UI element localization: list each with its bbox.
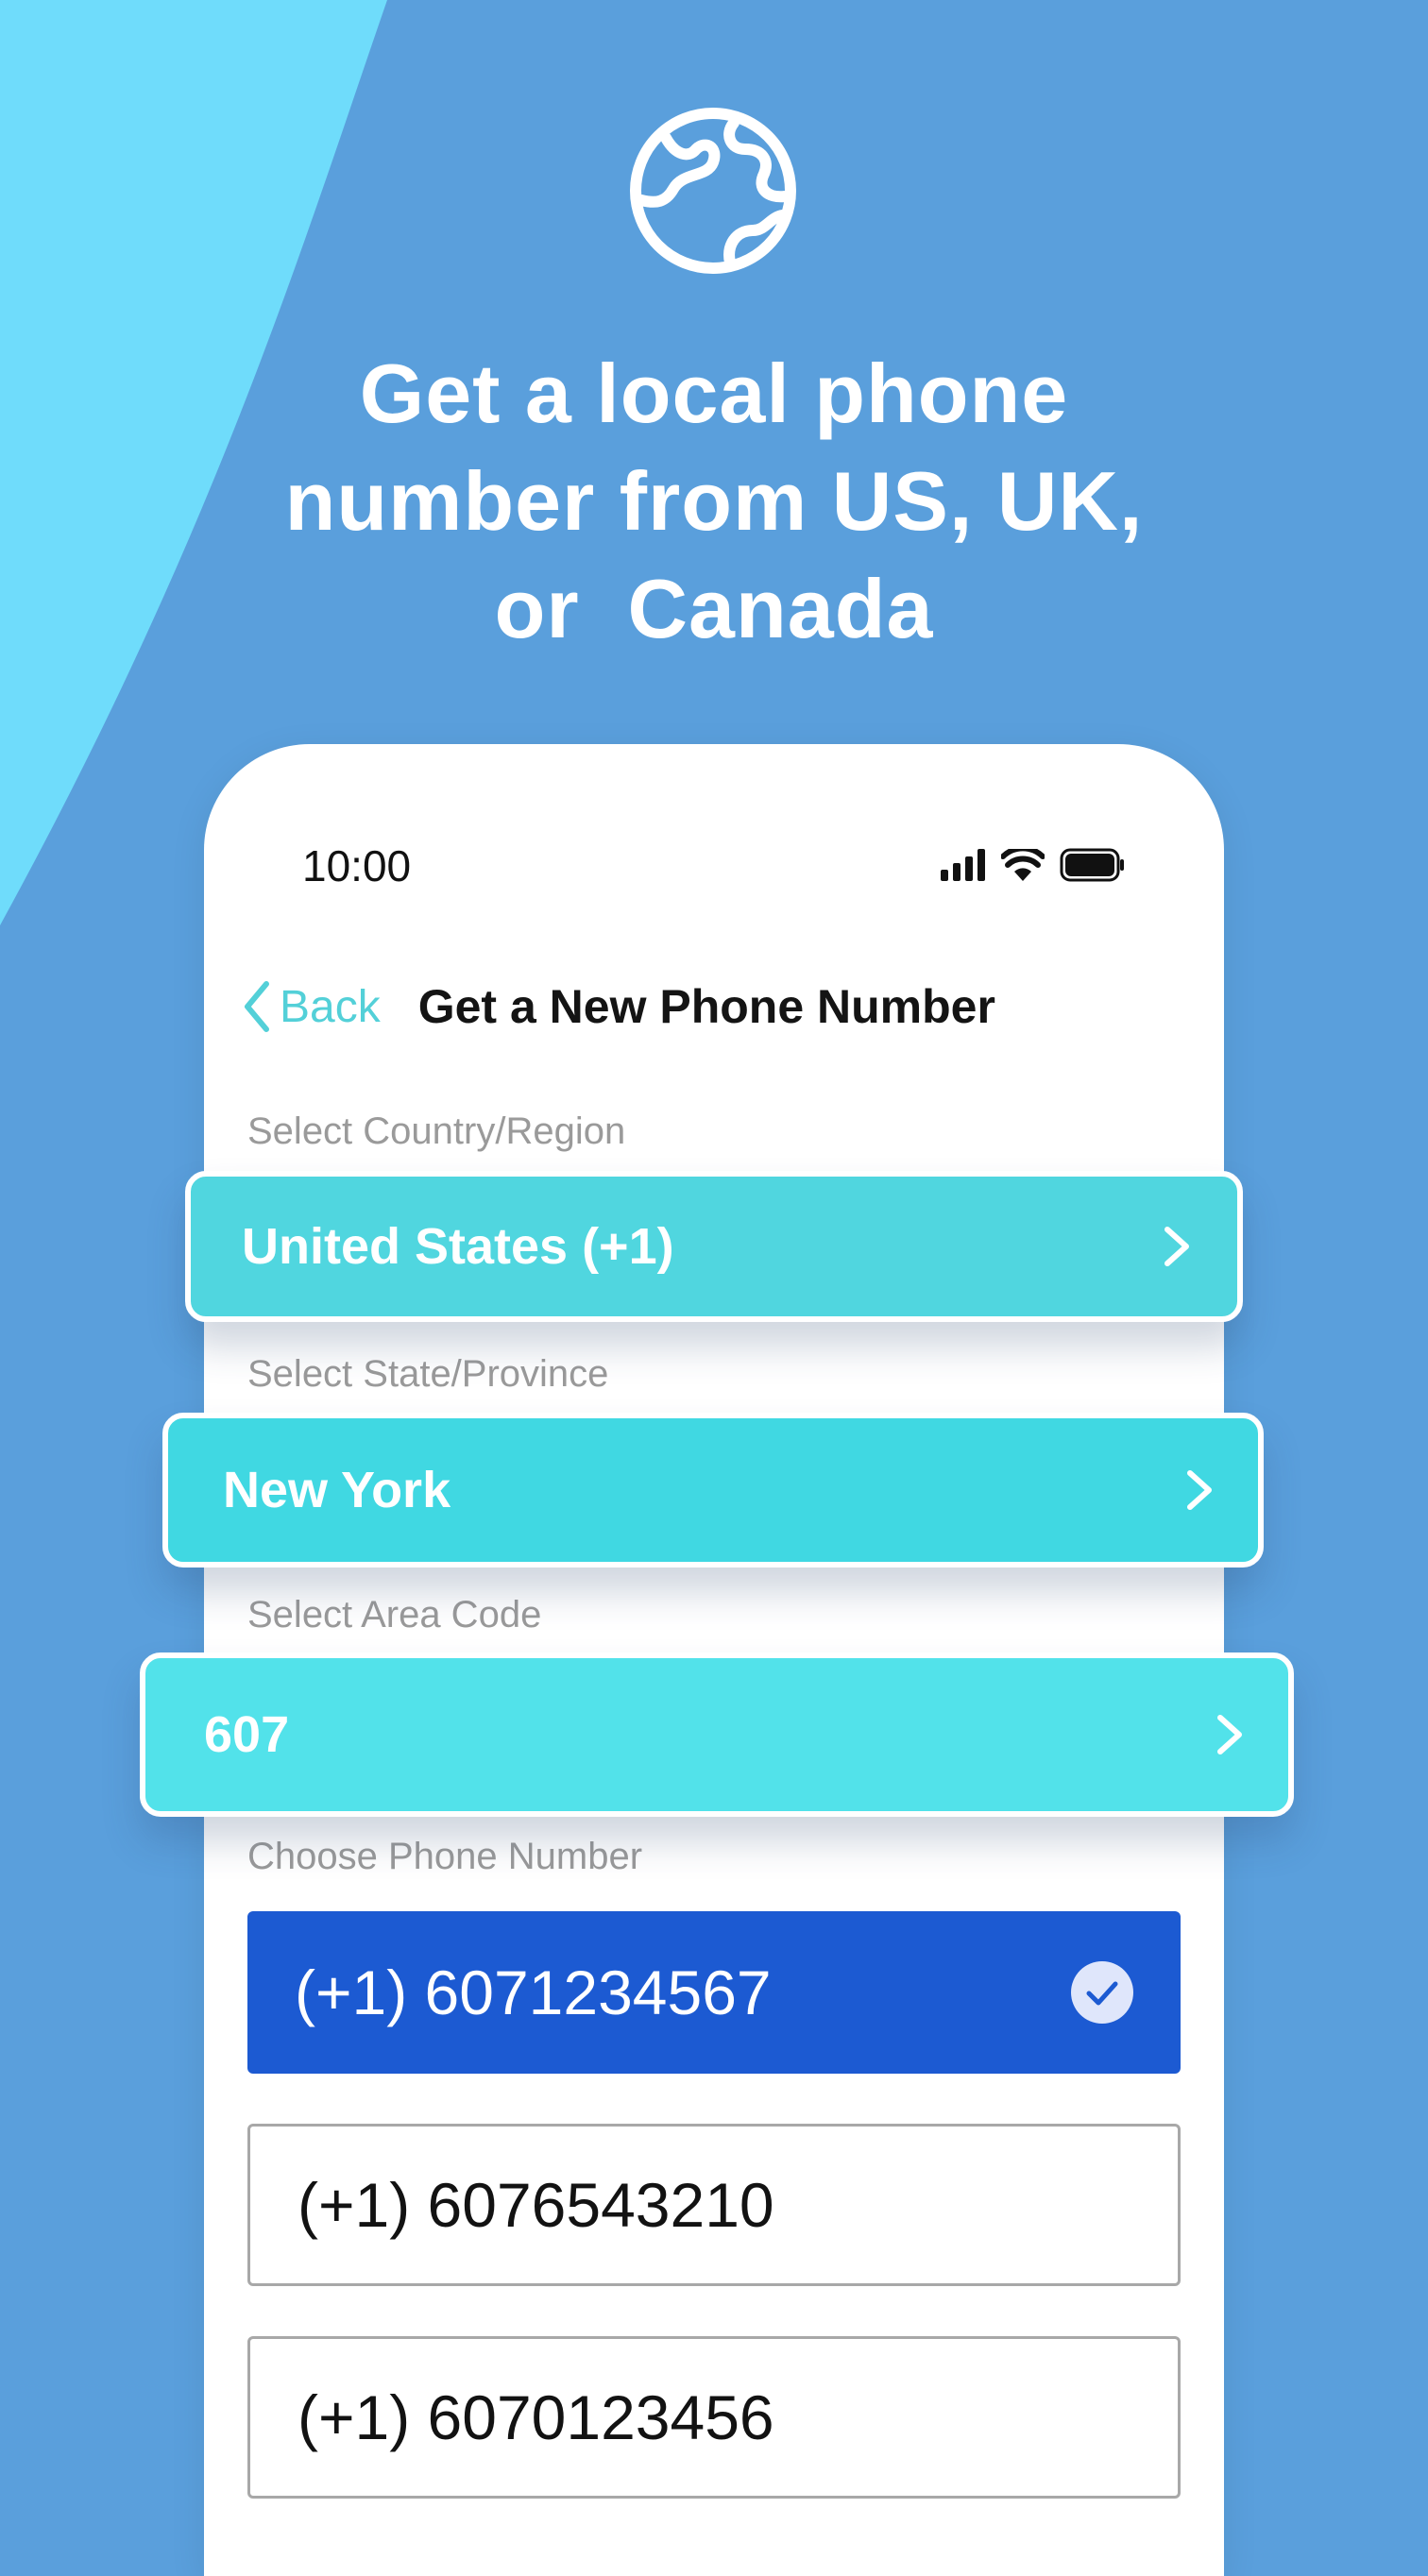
country-value: United States (+1) (242, 1218, 674, 1275)
phone-option-1[interactable]: (+1) 6071234567 (247, 1911, 1181, 2074)
chevron-right-icon (1164, 1227, 1189, 1266)
phone-option-number: (+1) 6071234567 (295, 1957, 772, 2027)
area-code-value: 607 (204, 1706, 290, 1763)
phone-option-3[interactable]: (+1) 6070123456 (247, 2336, 1181, 2499)
headline: Get a local phone number from US, UK, or… (147, 340, 1281, 663)
phone-option-2[interactable]: (+1) 6076543210 (247, 2124, 1181, 2286)
phone-number-label: Choose Phone Number (247, 1836, 643, 1877)
wifi-icon (1001, 849, 1045, 881)
area-code-selector[interactable]: 607 (140, 1652, 1294, 1817)
back-chevron-icon (245, 981, 269, 1032)
phone-option-number: (+1) 6070123456 (298, 2382, 774, 2452)
state-selector[interactable]: New York (162, 1413, 1264, 1568)
headline-line-1: Get a local phone (359, 347, 1069, 440)
back-button[interactable]: Back (242, 980, 381, 1033)
chevron-right-icon (1187, 1470, 1212, 1510)
chevron-right-icon (1217, 1715, 1242, 1754)
check-circle-icon (1071, 1961, 1133, 2024)
globe-icon (630, 108, 796, 274)
status-icons (941, 846, 1126, 884)
nav-bar: Back Get a New Phone Number (242, 969, 1186, 1044)
area-code-label: Select Area Code (247, 1594, 542, 1635)
page-title: Get a New Phone Number (417, 980, 995, 1033)
country-selector[interactable]: United States (+1) (185, 1171, 1243, 1322)
battery-icon (1060, 848, 1124, 882)
headline-line-3: or Canada (494, 562, 934, 655)
back-label: Back (280, 981, 381, 1032)
country-label: Select Country/Region (247, 1110, 626, 1152)
state-value: New York (223, 1462, 451, 1518)
state-label: Select State/Province (247, 1353, 609, 1395)
signal-icon (941, 849, 985, 881)
status-time: 10:00 (302, 841, 412, 890)
phone-option-number: (+1) 6076543210 (298, 2170, 774, 2240)
headline-line-2: number from US, UK, (284, 454, 1144, 548)
